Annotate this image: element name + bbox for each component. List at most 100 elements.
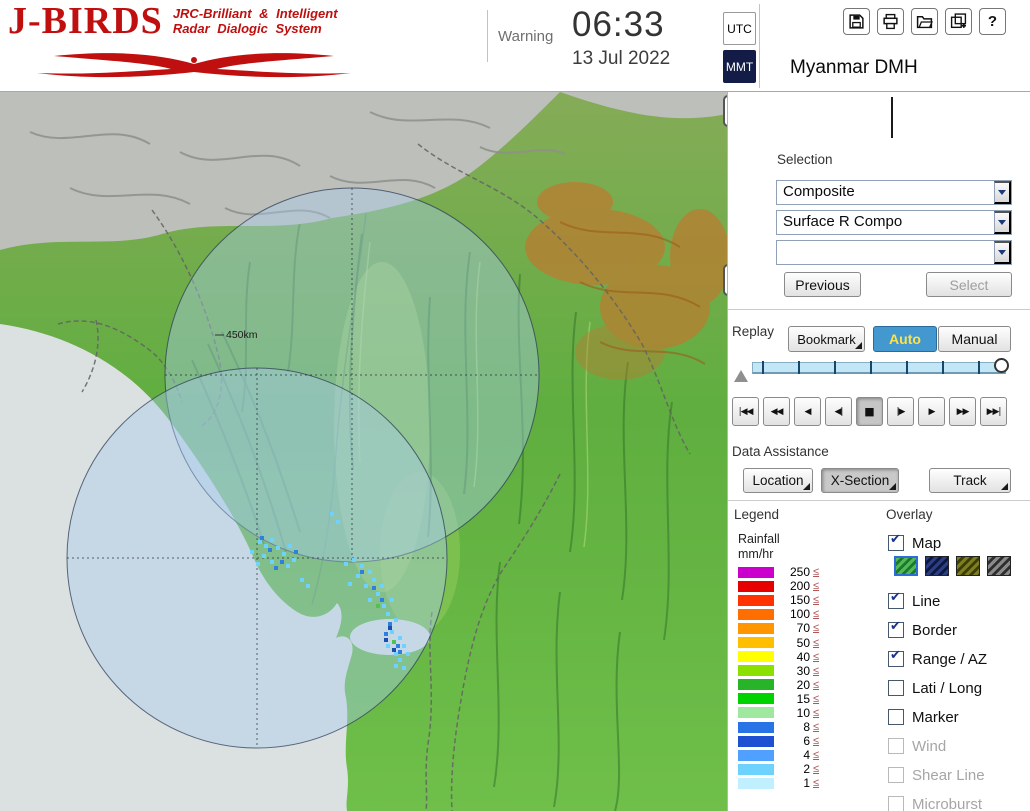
legend-swatch (738, 608, 774, 620)
header-bar: J-BIRDS JRC-Brilliant & Intelligent Rada… (0, 0, 1030, 92)
overlay-item-lati-long[interactable]: Lati / Long (888, 678, 982, 698)
legend-value: 150 (789, 593, 810, 608)
bookmark-button[interactable]: Bookmark (788, 326, 865, 352)
dropdown-product-type[interactable]: Composite (776, 180, 1012, 205)
checkbox[interactable]: ✔ (888, 590, 904, 609)
legend-row: 50 ≤ (738, 635, 819, 650)
dropdown-product-option-value (777, 241, 994, 264)
help-icon[interactable]: ? (979, 8, 1006, 35)
overlay-item-shear-line: Shear Line (888, 765, 985, 785)
timeline-tick (906, 361, 908, 374)
radar-map[interactable]: 450km (0, 92, 730, 811)
clock: 06:33 13 Jul 2022 (572, 5, 670, 70)
assist-track-button[interactable]: Track (929, 468, 1011, 493)
checkbox[interactable]: ✔ (888, 619, 904, 638)
check-mark: ✔ (890, 619, 901, 634)
previous-button[interactable]: Previous (784, 272, 861, 297)
checkbox[interactable] (888, 680, 904, 696)
timezone-mmt-button[interactable]: MMT (723, 50, 756, 83)
overlay-item-map[interactable]: ✔ Map (888, 532, 941, 553)
map-style-olive[interactable] (956, 556, 980, 576)
legend-value: 100 (789, 607, 810, 622)
timeline-track[interactable] (752, 361, 1006, 374)
checkbox[interactable]: ✔ (888, 648, 904, 667)
map-style-navy[interactable] (925, 556, 949, 576)
legend-swatch (738, 777, 774, 789)
eagle-logo-graphic (37, 53, 351, 78)
checkbox[interactable]: ✔ (888, 532, 904, 551)
overlay-item-border[interactable]: ✔ Border (888, 619, 957, 640)
jbirds-app: J-BIRDS JRC-Brilliant & Intelligent Rada… (0, 0, 1030, 811)
checkbox[interactable] (888, 709, 904, 725)
legend-value: 10 (796, 705, 810, 720)
legend-le-symbol: ≤ (813, 580, 820, 593)
playback-step-back[interactable]: ◀| (825, 397, 852, 426)
dropdown-product-type-value: Composite (783, 183, 855, 200)
timezone-utc-button[interactable]: UTC (723, 12, 756, 45)
dropdown-product-name[interactable]: Surface R Compo (776, 210, 1012, 235)
timeline-handle[interactable] (994, 358, 1009, 373)
range-ring-label: 450km (226, 329, 258, 341)
overlay-item-range-az[interactable]: ✔ Range / AZ (888, 648, 987, 669)
checkbox (888, 738, 904, 754)
select-button[interactable]: Select (926, 272, 1012, 297)
replay-manual-button[interactable]: Manual (938, 326, 1011, 352)
overlay-item-label: Shear Line (912, 766, 985, 784)
legend-swatch (738, 721, 774, 733)
logo-title: J-BIRDS (8, 0, 163, 42)
legend-le-symbol: ≤ (813, 594, 820, 607)
playback-step-forward[interactable]: |▶ (887, 397, 914, 426)
chevron-down-icon[interactable] (994, 211, 1011, 234)
legend-row: 2 ≤ (738, 762, 819, 776)
legend-row: 1 ≤ (738, 776, 819, 790)
legend-value: 250 (789, 565, 810, 580)
legend-swatch (738, 735, 774, 747)
legend-row: 70 ≤ (738, 621, 819, 635)
legend-value: 8 (803, 720, 810, 735)
checkbox (888, 767, 904, 783)
check-mark: ✔ (890, 590, 901, 605)
overlay-item-label: Wind (912, 737, 947, 755)
legend-le-symbol: ≤ (813, 692, 820, 705)
station-title: Myanmar DMH (790, 57, 918, 78)
timeline-tick (762, 361, 764, 374)
save-icon[interactable] (843, 8, 870, 35)
replay-auto-button[interactable]: Auto (873, 326, 937, 352)
legend-le-symbol: ≤ (813, 721, 820, 734)
assist-location-button[interactable]: Location (743, 468, 813, 493)
legend-le-symbol: ≤ (813, 749, 820, 762)
playback-fast-rewind[interactable]: ◀◀ (763, 397, 790, 426)
legend-swatch (738, 679, 774, 691)
overlay-item-wind: Wind (888, 736, 946, 756)
station-input[interactable] (776, 95, 1011, 140)
map-style-dark-gray[interactable] (987, 556, 1011, 576)
playback-go-to-start[interactable]: |◀◀ (732, 397, 759, 426)
playback-stop[interactable]: ■ (856, 397, 883, 426)
replay-label: Replay (732, 324, 775, 339)
chevron-down-icon[interactable] (994, 181, 1011, 204)
map-style-green[interactable] (894, 556, 918, 576)
legend-value: 30 (796, 663, 810, 678)
playback-reverse-play[interactable]: ◀ (794, 397, 821, 426)
playback-go-to-end[interactable]: ▶▶| (980, 397, 1007, 426)
legend-row: 15 ≤ (738, 692, 819, 706)
print-icon[interactable] (877, 8, 904, 35)
overlay-item-line[interactable]: ✔ Line (888, 590, 940, 611)
add-map-icon[interactable] (945, 8, 972, 35)
playback-fast-forward[interactable]: ▶▶ (949, 397, 976, 426)
timeline-tick (978, 361, 980, 374)
selection-label: Selection (777, 152, 833, 167)
dropdown-product-option[interactable] (776, 240, 1012, 265)
legend-row: 10 ≤ (738, 706, 819, 720)
chevron-down-icon[interactable] (994, 241, 1011, 264)
open-folder-icon[interactable] (911, 8, 938, 35)
overlay-item-marker[interactable]: Marker (888, 707, 959, 727)
legend-swatch (738, 622, 774, 634)
overlay-item-label: Microburst (912, 795, 983, 811)
timeline-start-marker[interactable] (734, 370, 748, 382)
overlay-item-label: Marker (912, 708, 959, 726)
playback-play[interactable]: ▶ (918, 397, 945, 426)
overlay-item-microburst: Microburst (888, 794, 982, 811)
legend-value: 15 (796, 691, 810, 706)
assist-xsection-button[interactable]: X-Section (821, 468, 899, 493)
